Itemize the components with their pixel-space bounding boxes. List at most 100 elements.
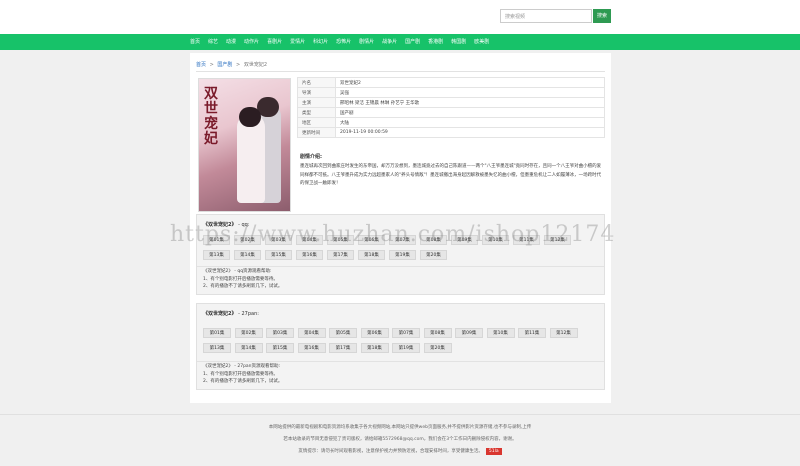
divider <box>196 71 605 72</box>
watermark: https://www.huzhan.com/ishop12174 <box>170 222 616 247</box>
info-row: 片名 双世宠妃2 <box>297 77 605 88</box>
episode-button[interactable]: 第18集 <box>360 343 389 353</box>
info-value: 国产剧 <box>335 107 605 118</box>
search-button[interactable]: 搜索 <box>593 9 611 23</box>
poster-calligraphy: 双世宠妃 <box>204 86 218 147</box>
breadcrumb-current: 双世宠妃2 <box>243 62 267 68</box>
nav-item[interactable]: 综艺 <box>208 34 218 50</box>
episode-button[interactable]: 第13集 <box>203 250 230 260</box>
help-title: 《双世宠妃2》 - 27pan资源观看帮助: <box>203 364 281 369</box>
episode-button[interactable]: 第20集 <box>423 343 452 353</box>
info-table: 片名 双世宠妃2 导演 吴强 主演 邢昭林 梁洁 王锦晨 林琳 孙艺宁 王华歌 类型 国产剧地… <box>297 77 605 138</box>
episode-button[interactable]: 第12集 <box>549 328 578 338</box>
nav-item[interactable]: 首页 <box>190 34 200 50</box>
episode-button[interactable]: 第07集 <box>392 328 420 338</box>
footer: 本网站提供的最新电视剧和电影资源均系收集于各大视频网站,本网站只提供web页面服… <box>0 414 800 466</box>
help-line: 1、有个别电影打开后播放需要等待。 <box>203 371 278 377</box>
synopsis-title: 剧情介绍: <box>300 154 322 160</box>
episode-button[interactable]: 第10集 <box>486 328 515 338</box>
footer-disclaimer: 本网站提供的最新电视剧和电影资源均系收集于各大视频网站,本网站只提供web页面服… <box>268 425 532 430</box>
help-line: 2、有的播放不了请多刷新几下，试试。 <box>203 379 283 384</box>
nav-item[interactable]: 国产剧 <box>405 34 420 50</box>
search-input[interactable]: 搜索视频 <box>500 9 592 23</box>
info-value: 双世宠妃2 <box>335 77 605 88</box>
footer-copyright: 若本站收录的节目无意侵犯了贵司版权，请给邮箱5572968@qq.com，我们会… <box>283 437 517 442</box>
nav-item[interactable]: 香港剧 <box>428 34 443 50</box>
help-line: 1、有个别电影打开后播放需要等待。 <box>203 276 278 282</box>
help-text: 《双世宠妃2》 - qq资源观看帮助: 1、有个别电影打开后播放需要等待。 2、… <box>203 268 282 291</box>
info-value: 吴强 <box>335 87 605 98</box>
episode-button[interactable]: 第13集 <box>203 343 231 353</box>
poster-image: 双世宠妃 <box>198 78 291 212</box>
episode-button[interactable]: 第01集 <box>203 328 231 338</box>
info-key: 片名 <box>297 77 336 88</box>
episode-button[interactable]: 第11集 <box>518 328 546 338</box>
info-value: 2019-11-19 00:00:59 <box>335 127 605 138</box>
divider <box>197 361 604 362</box>
help-title: 《双世宠妃2》 - qq资源观看帮助: <box>203 269 272 274</box>
info-row: 更新时间 2019-11-19 00:00:59 <box>297 127 605 138</box>
info-key: 地区 <box>297 117 336 128</box>
nav-item[interactable]: 爱情片 <box>290 34 305 50</box>
episode-button[interactable]: 第03集 <box>266 328 294 338</box>
stats-badge[interactable]: 51la <box>485 448 502 455</box>
episode-button[interactable]: 第19集 <box>392 343 420 353</box>
source-title: 《双世宠妃2》 - 27pan: <box>203 310 259 317</box>
nav-item[interactable]: 恐怖片 <box>336 34 351 50</box>
episode-button[interactable]: 第16集 <box>296 250 323 260</box>
breadcrumb-separator: > <box>209 62 214 68</box>
nav-list: 首页 综艺 动漫 动作片 喜剧片 爱情片 科幻片 恐怖片 剧情片 战争片 国产剧 香港剧 韩国剧 欧美剧 <box>190 34 497 50</box>
episode-button[interactable]: 第18集 <box>358 250 385 260</box>
nav-item[interactable]: 韩国剧 <box>451 34 466 50</box>
episode-button[interactable]: 第14集 <box>234 250 261 260</box>
episode-button[interactable]: 第05集 <box>329 328 357 338</box>
help-line: 2、有的播放不了请多刷新几下，试试。 <box>203 284 283 289</box>
footer-tip: 友情提示：请勿长时间观看影视，注意保护视力并预防近视，合理安排时间，享受健康生活… <box>0 448 800 455</box>
episode-button[interactable]: 第16集 <box>297 343 326 353</box>
main-nav: 首页 综艺 动漫 动作片 喜剧片 爱情片 科幻片 恐怖片 剧情片 战争片 国产剧 香港剧 韩国剧 欧美剧 <box>0 34 800 50</box>
episode-button[interactable]: 第02集 <box>234 328 263 338</box>
info-key: 类型 <box>297 107 336 118</box>
info-value: 邢昭林 梁洁 王锦晨 林琳 孙艺宁 王华歌 <box>335 97 605 108</box>
info-key: 主演 <box>297 97 336 108</box>
nav-item[interactable]: 动作片 <box>244 34 259 50</box>
episode-button[interactable]: 第14集 <box>234 343 263 353</box>
source-suffix: - 27pan: <box>236 311 259 317</box>
top-bar: 搜索视频 搜索 <box>0 0 800 34</box>
nav-item[interactable]: 喜剧片 <box>267 34 282 50</box>
nav-item[interactable]: 动漫 <box>226 34 236 50</box>
info-key: 导演 <box>297 87 336 98</box>
breadcrumb-home[interactable]: 首页 <box>196 62 206 68</box>
episode-button[interactable]: 第09集 <box>455 328 483 338</box>
nav-item[interactable]: 科幻片 <box>313 34 328 50</box>
help-text: 《双世宠妃2》 - 27pan资源观看帮助: 1、有个别电影打开后播放需要等待。… <box>203 363 282 386</box>
episode-button[interactable]: 第19集 <box>389 250 416 260</box>
synopsis-text: 墨连城再次回到曲家庄时发生的东帝国，却万万没想到，墨连城竟过去的自己陈跟道——两… <box>300 164 602 186</box>
nav-item[interactable]: 欧美剧 <box>474 34 489 50</box>
footer-tip-text: 友情提示：请勿长时间观看影视，注意保护视力并预防近视，合理安排时间，享受健康生活… <box>298 449 483 454</box>
breadcrumb-separator: > <box>236 62 241 68</box>
info-row: 地区 大陆 <box>297 117 605 128</box>
nav-item[interactable]: 剧情片 <box>359 34 374 50</box>
episode-button[interactable]: 第04集 <box>297 328 326 338</box>
breadcrumb: 首页 > 国产剧 > 双世宠妃2 <box>196 61 267 68</box>
breadcrumb-category[interactable]: 国产剧 <box>217 62 232 68</box>
episode-button[interactable]: 第20集 <box>420 250 447 260</box>
episode-button[interactable]: 第17集 <box>327 250 354 260</box>
episode-button[interactable]: 第15集 <box>266 343 294 353</box>
episode-button[interactable]: 第15集 <box>265 250 292 260</box>
episode-button[interactable]: 第08集 <box>423 328 452 338</box>
divider <box>197 266 604 267</box>
info-row: 主演 邢昭林 梁洁 王锦晨 林琳 孙艺宁 王华歌 <box>297 97 605 108</box>
episode-source-27pan: 《双世宠妃2》 - 27pan: 第01集 第02集 第03集 第04集 第05集 第06… <box>196 303 605 390</box>
info-value: 大陆 <box>335 117 605 128</box>
episode-button[interactable]: 第17集 <box>329 343 357 353</box>
source-name: 《双世宠妃2》 <box>203 311 237 317</box>
info-key: 更新时间 <box>297 127 336 138</box>
episode-grid: 第01集 第02集 第03集 第04集 第05集 第06集 第07集 第08集 第09集 第10集… <box>203 328 603 358</box>
info-row: 导演 吴强 <box>297 87 605 98</box>
nav-item[interactable]: 战争片 <box>382 34 397 50</box>
poster-figure <box>239 107 261 127</box>
episode-button[interactable]: 第06集 <box>360 328 389 338</box>
info-row: 类型 国产剧 <box>297 107 605 118</box>
